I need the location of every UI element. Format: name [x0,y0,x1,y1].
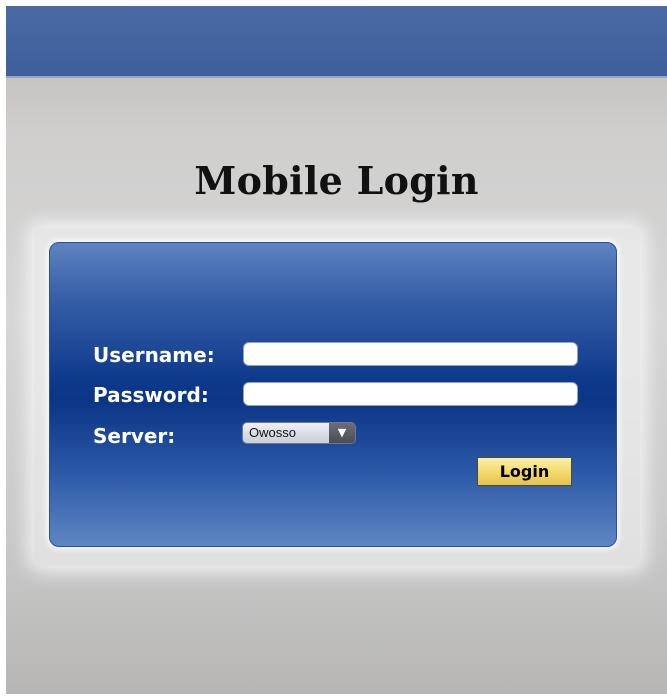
top-bar [6,6,667,78]
chevron-down-icon: ▼ [329,423,355,443]
login-panel: Username: Password: Server: Owosso ▼ Log… [49,242,617,547]
password-label: Password: [93,383,209,407]
username-field[interactable] [243,342,578,366]
login-button[interactable]: Login [477,457,572,486]
server-label: Server: [93,424,176,448]
server-select-value: Owosso [243,423,329,443]
server-select[interactable]: Owosso ▼ [242,422,356,444]
login-screen: Mobile Login Username: Password: Server:… [6,6,667,694]
username-label: Username: [93,343,215,367]
password-field[interactable] [243,382,578,406]
page-title: Mobile Login [194,158,479,203]
